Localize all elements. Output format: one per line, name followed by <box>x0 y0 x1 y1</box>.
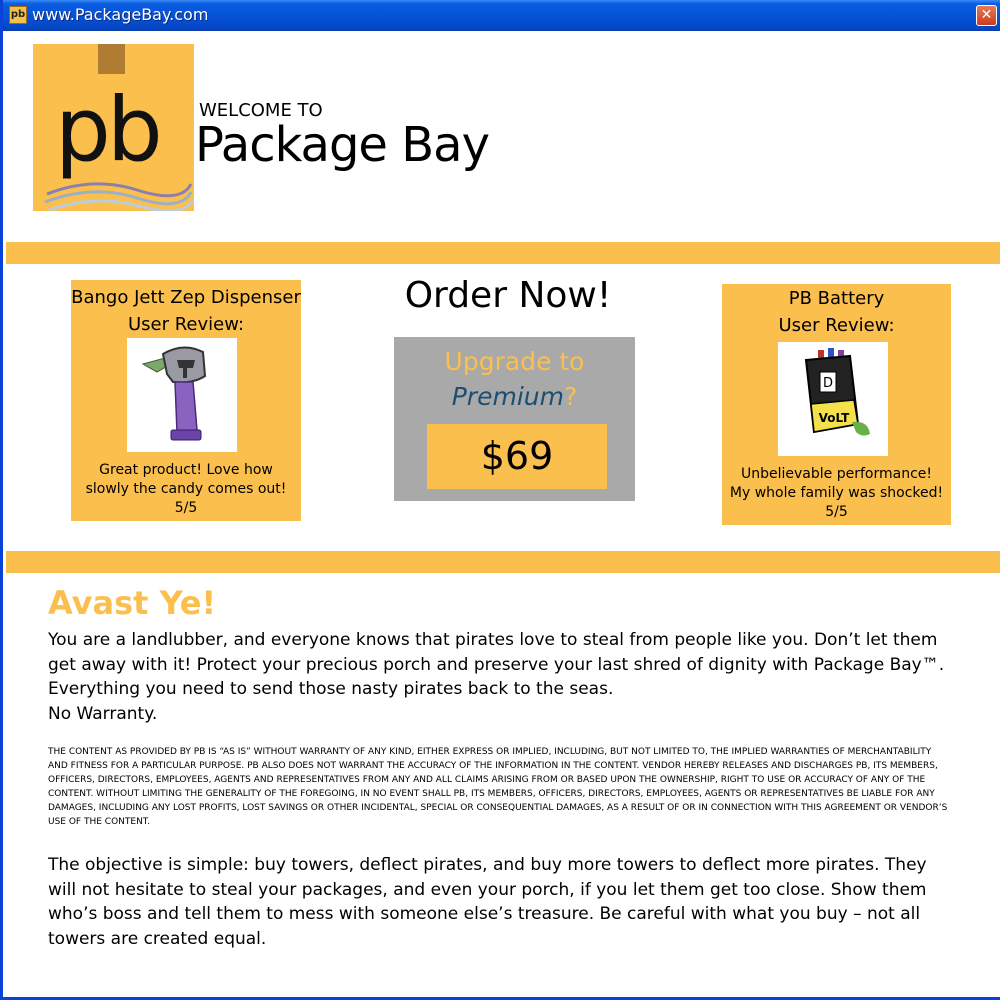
bottom-divider-band <box>6 551 1000 573</box>
premium-label: Premium? <box>394 382 635 411</box>
review-line-2: My whole family was shocked! <box>729 485 944 501</box>
battery-letter: D <box>823 376 833 391</box>
package-bay-logo: pb <box>33 44 194 211</box>
logo-waves-icon <box>44 182 194 211</box>
avast-heading: Avast Ye! <box>48 584 217 622</box>
review-card-pb-battery: PB Battery User Review: D VoLT Unbelieva… <box>722 284 951 525</box>
review-heading: User Review: <box>127 314 245 335</box>
legal-disclaimer: THE CONTENT AS PROVIDED BY PB IS “AS IS”… <box>48 747 948 827</box>
buy-premium-button[interactable]: $69 <box>427 424 607 489</box>
top-divider-band <box>6 242 1000 264</box>
page-content: pb WELCOME TO Package Bay Bango Jett Zep… <box>6 31 1000 997</box>
review-rating: 5/5 <box>825 504 848 520</box>
pb-app-icon: pb <box>9 6 27 24</box>
review-product-name: PB Battery <box>788 288 885 309</box>
intro-paragraph: You are a landlubber, and everyone knows… <box>48 628 968 726</box>
battery-label: VoLT <box>819 411 851 425</box>
review-line-1: Great product! Love how <box>99 462 273 478</box>
review-product-name: Bango Jett Zep Dispenser <box>71 287 301 308</box>
title-bar[interactable]: pb www.PackageBay.com ✕ <box>3 0 1000 31</box>
review-line-2: slowly the candy comes out! <box>85 481 287 497</box>
objective-paragraph: The objective is simple: buy towers, def… <box>48 855 927 949</box>
upgrade-label: Upgrade to <box>444 347 585 376</box>
premium-word: Premium <box>451 382 564 411</box>
app-window: pb www.PackageBay.com ✕ pb WELCOME TO Pa… <box>0 0 1000 1000</box>
intro-text: You are a landlubber, and everyone knows… <box>48 630 945 699</box>
premium-upgrade-panel: Upgrade to Premium? $69 <box>394 337 635 501</box>
review-heading: User Review: <box>778 315 895 336</box>
brand-title: Package Bay <box>195 117 490 173</box>
zep-dispenser-image <box>127 338 237 452</box>
no-warranty-text: No Warranty. <box>48 703 158 724</box>
review-rating: 5/5 <box>174 500 198 516</box>
review-line-1: Unbelievable performance! <box>741 466 932 482</box>
order-now-heading: Order Now! <box>404 275 612 316</box>
review-card-zep-dispenser: Bango Jett Zep Dispenser User Review: Gr… <box>71 280 301 521</box>
window-title: www.PackageBay.com <box>32 5 209 24</box>
pb-battery-image: D VoLT <box>778 342 888 456</box>
premium-question-mark: ? <box>563 382 578 411</box>
close-button[interactable]: ✕ <box>976 5 997 26</box>
